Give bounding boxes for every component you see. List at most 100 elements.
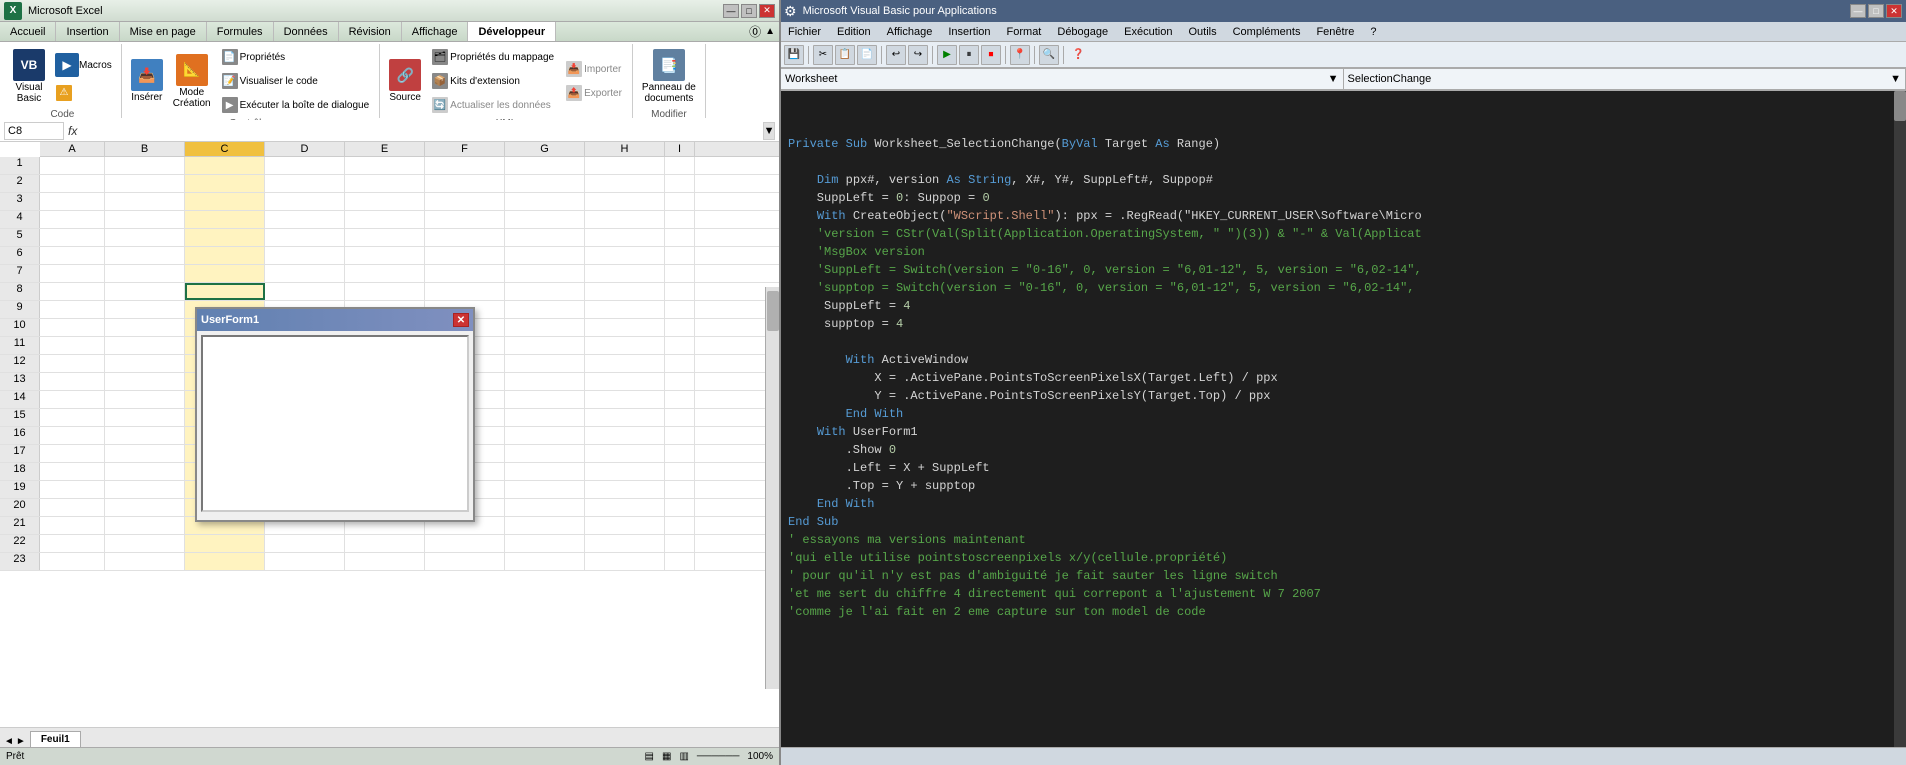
vba-copy-btn[interactable]: 📋 (835, 45, 855, 65)
cell-b11[interactable] (105, 337, 185, 354)
cell-e4[interactable] (345, 211, 425, 228)
tab-affichage[interactable]: Affichage (402, 22, 469, 41)
cell-g15[interactable] (505, 409, 585, 426)
tab-accueil[interactable]: Accueil (0, 22, 56, 41)
cell-i6[interactable] (665, 247, 695, 264)
cell-b22[interactable] (105, 535, 185, 552)
cell-c8[interactable] (185, 283, 265, 300)
exporter-button[interactable]: 📤 Exporter (562, 82, 626, 104)
cell-c7[interactable] (185, 265, 265, 282)
cell-a23[interactable] (40, 553, 105, 570)
cell-c2[interactable] (185, 175, 265, 192)
cell-a14[interactable] (40, 391, 105, 408)
cell-g7[interactable] (505, 265, 585, 282)
vba-maximize-btn[interactable]: □ (1868, 4, 1884, 18)
view-normal-btn[interactable]: ▤ (645, 751, 654, 762)
cell-b1[interactable] (105, 157, 185, 174)
importer-button[interactable]: 📥 Importer (562, 58, 626, 80)
cell-g16[interactable] (505, 427, 585, 444)
cell-e6[interactable] (345, 247, 425, 264)
vba-menu-outils[interactable]: Outils (1180, 24, 1224, 40)
vba-menu-affichage[interactable]: Affichage (879, 24, 941, 40)
cell-a18[interactable] (40, 463, 105, 480)
cell-f2[interactable] (425, 175, 505, 192)
cell-a11[interactable] (40, 337, 105, 354)
cell-h7[interactable] (585, 265, 665, 282)
cell-a8[interactable] (40, 283, 105, 300)
cell-d23[interactable] (265, 553, 345, 570)
cell-c5[interactable] (185, 229, 265, 246)
cell-e7[interactable] (345, 265, 425, 282)
cell-b6[interactable] (105, 247, 185, 264)
cell-b9[interactable] (105, 301, 185, 318)
cell-h21[interactable] (585, 517, 665, 534)
cell-f5[interactable] (425, 229, 505, 246)
excel-close-btn[interactable]: ✕ (759, 4, 775, 18)
cell-i13[interactable] (665, 373, 695, 390)
cell-a21[interactable] (40, 517, 105, 534)
cell-h2[interactable] (585, 175, 665, 192)
cell-c4[interactable] (185, 211, 265, 228)
cell-g22[interactable] (505, 535, 585, 552)
visualiser-code-button[interactable]: 📝 Visualiser le code (218, 70, 374, 92)
cell-h15[interactable] (585, 409, 665, 426)
cell-c1[interactable] (185, 157, 265, 174)
cell-d5[interactable] (265, 229, 345, 246)
cell-h13[interactable] (585, 373, 665, 390)
cell-i1[interactable] (665, 157, 695, 174)
vba-undo-btn[interactable]: ↩ (886, 45, 906, 65)
cell-i3[interactable] (665, 193, 695, 210)
cell-a4[interactable] (40, 211, 105, 228)
cell-f22[interactable] (425, 535, 505, 552)
sheet-nav-prev[interactable]: ◄ (4, 736, 14, 747)
tab-insertion[interactable]: Insertion (56, 22, 119, 41)
view-page-btn[interactable]: ▥ (679, 751, 688, 762)
cell-g11[interactable] (505, 337, 585, 354)
cell-b10[interactable] (105, 319, 185, 336)
cell-i7[interactable] (665, 265, 695, 282)
cell-i5[interactable] (665, 229, 695, 246)
proprietes-mappage-button[interactable]: 🗂 Propriétés du mappage (428, 46, 558, 68)
executer-boite-button[interactable]: ▶ Exécuter la boîte de dialogue (218, 94, 374, 116)
cell-g1[interactable] (505, 157, 585, 174)
vba-cut-btn[interactable]: ✂ (813, 45, 833, 65)
cell-d8[interactable] (265, 283, 345, 300)
cell-h19[interactable] (585, 481, 665, 498)
col-header-c[interactable]: C (185, 142, 265, 156)
cell-i20[interactable] (665, 499, 695, 516)
cell-h11[interactable] (585, 337, 665, 354)
vba-pause-btn[interactable]: ⏸ (959, 45, 979, 65)
excel-minimize-btn[interactable]: — (723, 4, 739, 18)
cell-f6[interactable] (425, 247, 505, 264)
cell-c23[interactable] (185, 553, 265, 570)
vba-close-btn[interactable]: ✕ (1886, 4, 1902, 18)
cell-h23[interactable] (585, 553, 665, 570)
cell-b15[interactable] (105, 409, 185, 426)
vba-paste-btn[interactable]: 📄 (857, 45, 877, 65)
cell-i14[interactable] (665, 391, 695, 408)
excel-scrollbar-v[interactable] (765, 287, 779, 689)
cell-a9[interactable] (40, 301, 105, 318)
cell-d6[interactable] (265, 247, 345, 264)
cell-f1[interactable] (425, 157, 505, 174)
cell-b7[interactable] (105, 265, 185, 282)
cell-h10[interactable] (585, 319, 665, 336)
cell-h17[interactable] (585, 445, 665, 462)
cell-name-box[interactable] (4, 122, 64, 140)
cell-g3[interactable] (505, 193, 585, 210)
cell-b2[interactable] (105, 175, 185, 192)
cell-d2[interactable] (265, 175, 345, 192)
cell-b16[interactable] (105, 427, 185, 444)
cell-i23[interactable] (665, 553, 695, 570)
cell-a7[interactable] (40, 265, 105, 282)
cell-e8[interactable] (345, 283, 425, 300)
vba-search-btn[interactable]: 🔍 (1039, 45, 1059, 65)
cell-g23[interactable] (505, 553, 585, 570)
kits-extension-button[interactable]: 📦 Kits d'extension (428, 70, 558, 92)
cell-b8[interactable] (105, 283, 185, 300)
tab-mise-en-page[interactable]: Mise en page (120, 22, 207, 41)
cell-h20[interactable] (585, 499, 665, 516)
cell-i8[interactable] (665, 283, 695, 300)
sheet-nav-next[interactable]: ► (16, 736, 26, 747)
cell-e3[interactable] (345, 193, 425, 210)
